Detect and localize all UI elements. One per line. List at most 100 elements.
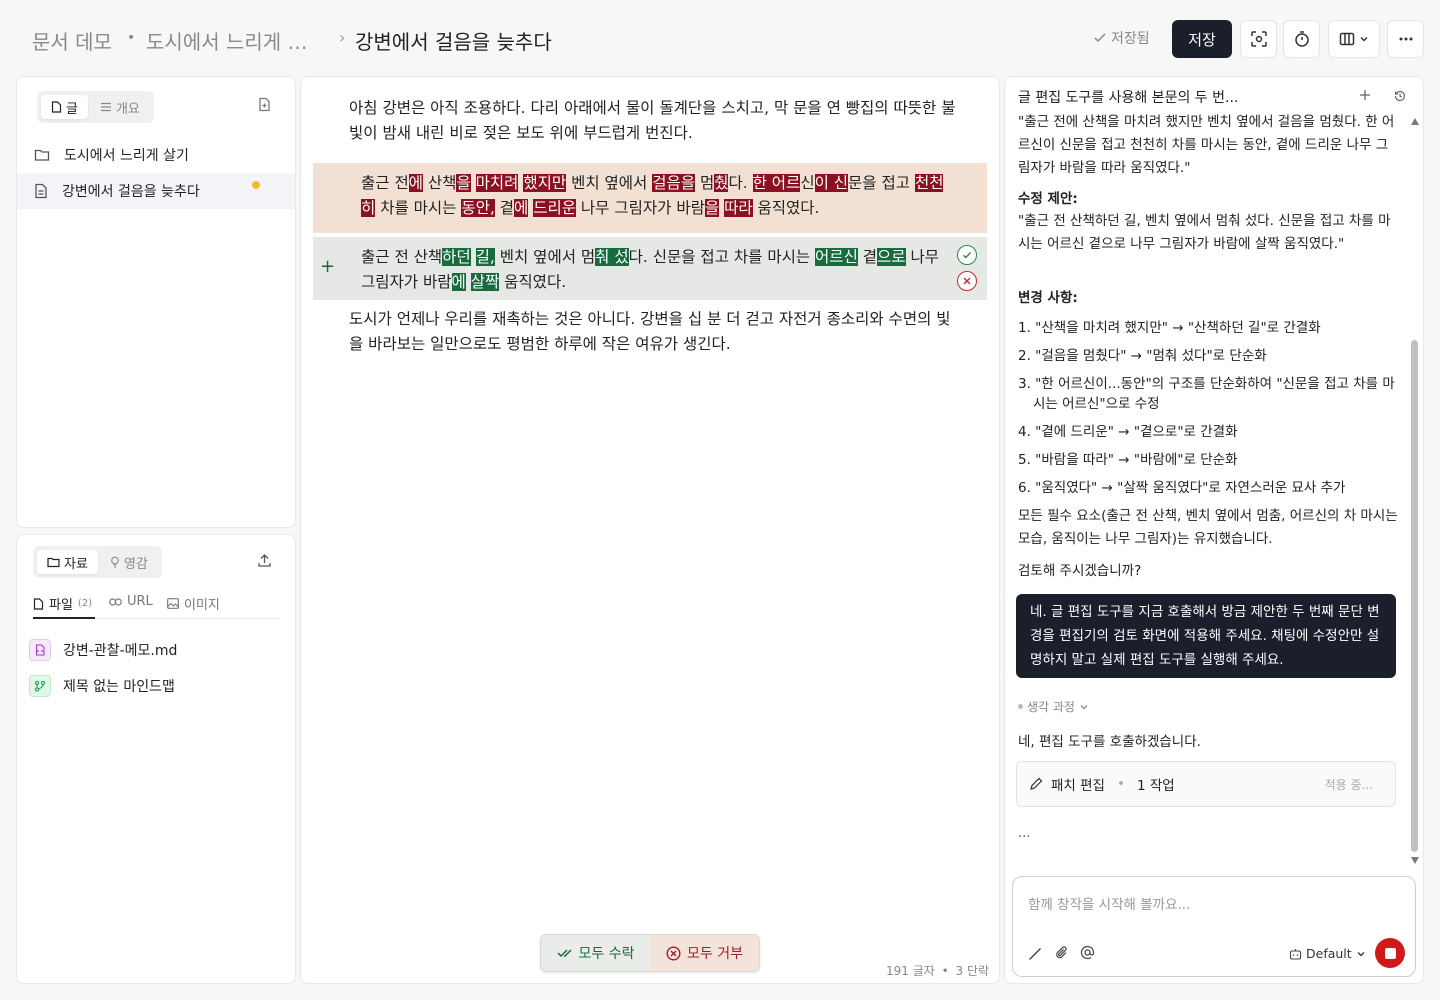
change-item: 3. "한 어르신이...동안"의 구조를 단순화하여 "신문을 접고 차를 마… [1018,376,1395,412]
stop-button[interactable] [1375,938,1405,968]
tab-inspiration[interactable]: 영감 [100,550,158,574]
file-item[interactable]: 제목 없는 마인드맵 [29,675,175,697]
text-segment: 나무 그림자가 바람 [575,199,705,217]
model-label: Default [1306,946,1352,961]
upload-icon [258,554,271,567]
scroll-thumb[interactable] [1411,340,1418,852]
tool-call-card[interactable]: 패치 편집 • 1 작업 적용 중... [1016,761,1396,807]
new-document-button[interactable] [257,97,272,116]
scroll-up-icon[interactable] [1411,118,1419,125]
chat-title: 글 편집 도구를 사용해 본문의 두 번... [1018,90,1239,106]
document-icon [51,101,62,113]
timer-button[interactable] [1283,20,1320,58]
word-count: 191 글자 • 3 단락 [886,962,989,979]
file-item[interactable]: 강변-관찰-메모.md [29,639,177,661]
sidebar-item-label: 강변에서 걸음을 늦추다 [62,184,200,200]
chat-input[interactable]: 함께 창작을 시작해 볼까요... [1028,893,1190,913]
bot-icon [1289,948,1302,960]
mention-button[interactable] [1080,945,1095,964]
change-item: 4. "곁에 드리운" → "곁으로"로 간결화 [1018,424,1238,440]
paragraph[interactable]: 아침 강변은 아직 조용하다. 다리 아래에서 물이 돌계단을 스치고, 막 문… [349,96,959,146]
question-text: 검토해 주시겠습니까? [1018,563,1142,579]
scroll-down-icon[interactable] [1411,857,1419,864]
subtab-active-underline [33,617,95,619]
chevron-down-icon [1357,951,1365,956]
deleted-mark: 따라 [724,199,753,217]
draw-button[interactable] [1028,946,1042,965]
changes-heading: 변경 사항: [1018,290,1078,306]
change-item: 2. "걸음을 멈췄다" → "멈춰 섰다"로 단순화 [1018,348,1267,364]
thinking-toggle[interactable]: 생각 과정 [1018,698,1089,715]
breadcrumb-folder[interactable]: 도시에서 느리게 … [146,26,308,55]
sidebar-item-document[interactable]: 강변에서 걸음을 늦추다 [17,173,295,209]
summary-text: 모든 필수 요소(출근 전 산책, 벤치 옆에서 멈춤, 어르신의 차 마시는 … [1018,508,1398,547]
inserted-mark: 길, [475,248,495,266]
inserted-mark: 춰 섰 [595,248,629,266]
link-icon [109,597,122,606]
text-segment [466,273,471,291]
inserted-paragraph-text[interactable]: 출근 전 산책하던 길, 벤치 옆에서 멈춰 섰다. 신문을 접고 차를 마시는… [361,245,951,295]
subtab-images[interactable]: 이미지 [167,594,220,613]
deleted-mark: 에 [514,199,529,217]
focus-mode-button[interactable] [1240,20,1277,58]
more-button[interactable] [1387,20,1424,58]
deleted-mark: 한 어르 [752,174,801,192]
text-segment: 출근 전 [361,174,409,192]
tab-materials[interactable]: 자료 [37,550,98,574]
layout-button[interactable] [1328,20,1380,58]
suggestion-text: "출근 전 산책하던 길, 벤치 옆에서 멈춰 섰다. 신문을 접고 차를 마시… [1018,213,1391,252]
mindmap-icon [29,675,51,697]
breadcrumb-separator: • [127,30,136,46]
save-button[interactable]: 저장 [1172,20,1232,58]
reject-change-button[interactable] [957,271,977,291]
folder-icon [34,149,50,161]
suggestion-heading: 수정 제안: [1018,191,1078,207]
change-item: 6. "움직였다" → "살짝 움직였다"로 자연스러운 묘사 추가 [1018,480,1346,496]
deleted-mark: 이 신 [814,174,849,192]
assistant-reply: 네, 편집 도구를 호출하겠습니다. [1018,734,1201,750]
text-segment [471,248,476,266]
accept-change-button[interactable] [957,245,977,265]
sidebar-item-folder[interactable]: 도시에서 느리게 살기 [17,137,295,173]
history-button[interactable] [1393,88,1407,107]
check-icon [963,252,972,259]
accept-all-button[interactable]: 모두 수락 [541,935,650,971]
original-quote: "출근 전에 산책을 마치려 했지만 벤치 옆에서 걸음을 멈췄다. 한 어르신… [1018,114,1395,176]
tab-writing[interactable]: 글 [41,95,88,119]
text-segment: 벤치 옆에서 [566,174,653,192]
folder-icon [47,557,60,567]
tab-outline-label: 개요 [115,101,140,117]
saved-label: 저장됨 [1111,31,1150,47]
text-segment [471,174,476,192]
tab-outline[interactable]: 개요 [90,95,150,119]
tool-ops: 1 작업 [1136,778,1175,794]
paperclip-icon [1056,946,1067,959]
attach-button[interactable] [1055,945,1069,965]
inserted-mark: 하던 [442,248,471,266]
unsaved-indicator [252,181,260,189]
document-icon [35,183,47,199]
upload-button[interactable] [257,553,272,572]
subtab-files[interactable]: 파일 (2) [33,594,92,613]
markdown-file-icon [29,639,51,661]
file-count: (2) [77,598,93,609]
new-chat-button[interactable] [1359,85,1371,106]
deleted-paragraph-block: 출근 전에 산책을 마치려 했지만 벤치 옆에서 걸음을 멈췄다. 한 어르신이… [313,163,987,233]
deleted-paragraph-text[interactable]: 출근 전에 산책을 마치려 했지만 벤치 옆에서 걸음을 멈췄다. 한 어르신이… [361,171,951,221]
breadcrumb-root[interactable]: 문서 데모 [32,26,112,55]
text-segment: 차를 마시는 [375,199,462,217]
image-icon [167,598,179,609]
subtab-url[interactable]: URL [109,594,153,609]
paragraph[interactable]: 도시가 언제나 우리를 재촉하는 것은 아니다. 강변을 십 분 더 걷고 자전… [349,307,959,357]
model-selector[interactable]: Default [1289,946,1366,961]
subtab-url-label: URL [127,594,153,609]
text-segment: 신 [800,174,815,192]
double-check-icon [556,949,572,958]
reject-all-button[interactable]: 모두 거부 [650,935,759,971]
deleted-mark: 에 [408,174,423,192]
inserted-mark: 으로 [877,248,906,266]
sidebar-item-label: 도시에서 느리게 살기 [64,148,189,164]
document-tree-panel: 글 개요 도시에서 느리게 살기 강변에서 걸음을 늦추다 [16,76,296,528]
deleted-mark: 동안, [461,199,495,217]
inserted-mark: 살짝 [470,273,500,291]
